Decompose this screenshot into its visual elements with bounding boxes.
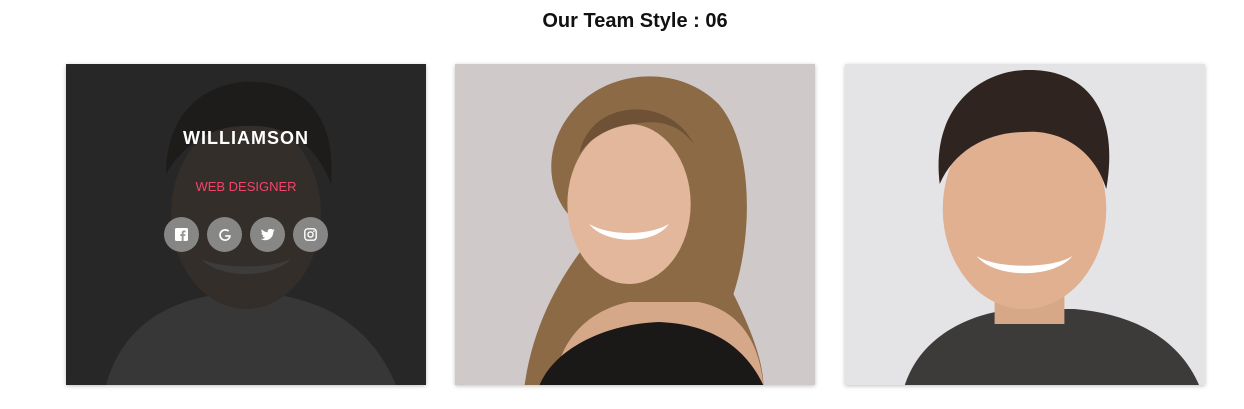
social-links xyxy=(66,217,426,252)
member-photo xyxy=(845,64,1205,385)
instagram-link[interactable] xyxy=(293,217,328,252)
member-photo xyxy=(455,64,815,385)
facebook-link[interactable] xyxy=(164,217,199,252)
twitter-link[interactable] xyxy=(250,217,285,252)
instagram-icon xyxy=(304,228,317,241)
facebook-icon xyxy=(175,228,188,241)
member-role: WEB DESIGNER xyxy=(195,179,297,194)
member-name: WILLIAMSON xyxy=(183,128,309,148)
page-title: Our Team Style : 06 xyxy=(542,10,728,32)
team-card-2[interactable] xyxy=(455,64,815,385)
team-card-3[interactable] xyxy=(845,64,1205,385)
google-link[interactable] xyxy=(207,217,242,252)
twitter-icon xyxy=(260,228,275,240)
team-card-williamson[interactable]: WILLIAMSON WEB DESIGNER xyxy=(66,64,426,385)
google-icon xyxy=(218,228,231,241)
